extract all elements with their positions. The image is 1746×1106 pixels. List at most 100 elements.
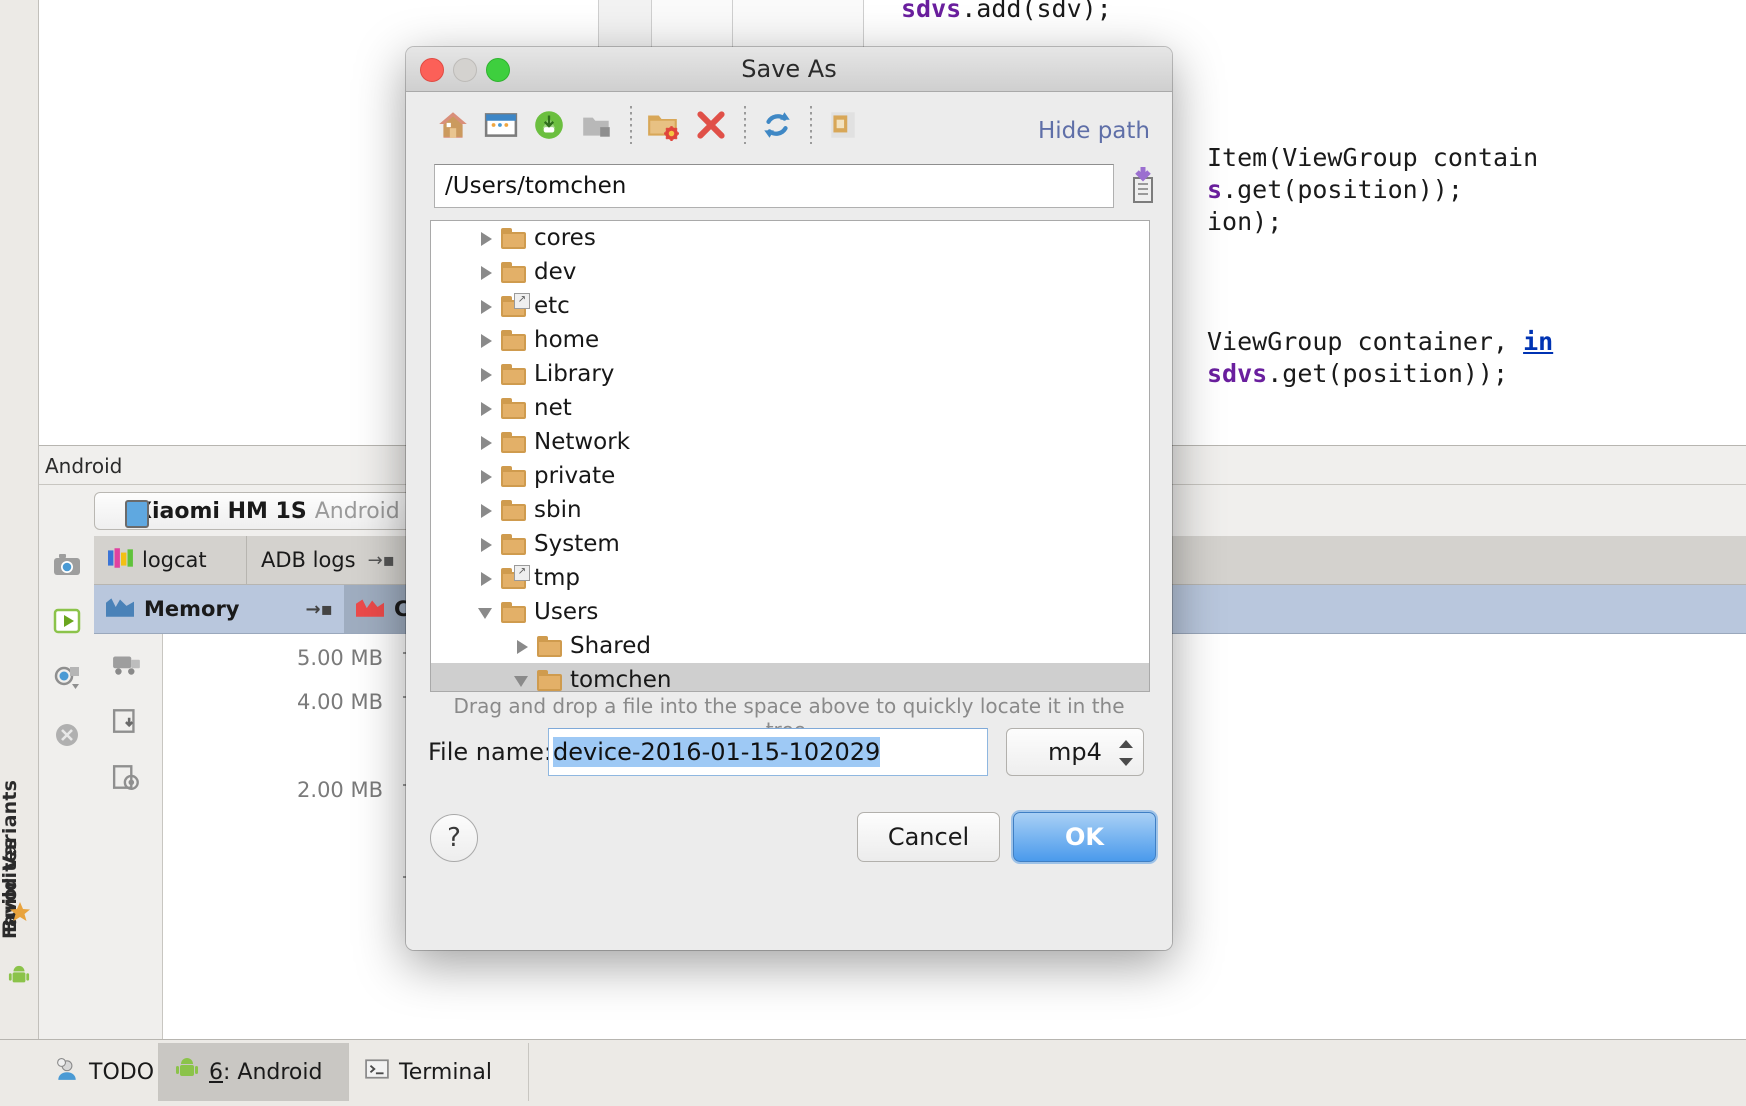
folder-icon: ↗ (501, 296, 527, 317)
bottom-tool-window-bar: TODO 6: Android Terminal (0, 1039, 1746, 1106)
chevron-down-icon[interactable] (511, 663, 537, 692)
chevron-right-icon[interactable] (475, 425, 501, 459)
pin-icon[interactable]: →▪ (306, 599, 333, 620)
chevron-right-icon[interactable] (475, 527, 501, 561)
tree-row[interactable]: Users (431, 595, 1149, 629)
dump-heap-icon[interactable] (112, 708, 140, 734)
editor-gutter-marker (651, 0, 733, 48)
tree-row[interactable]: ↗tmp (431, 561, 1149, 595)
file-name-input[interactable]: device-2016-01-15-102029 (548, 728, 988, 776)
chevron-right-icon[interactable] (475, 255, 501, 289)
folder-icon (537, 670, 563, 691)
bottom-tab-terminal[interactable]: Terminal (349, 1043, 529, 1101)
camera-icon[interactable] (53, 552, 81, 578)
tree-row[interactable]: sbin (431, 493, 1149, 527)
tree-row[interactable]: ↗etc (431, 289, 1149, 323)
toolbar-separator (810, 106, 812, 144)
help-button[interactable]: ? (430, 814, 478, 862)
pin-icon[interactable]: →▪ (368, 550, 395, 571)
play-icon[interactable] (53, 608, 81, 634)
cancel-button[interactable]: Cancel (857, 812, 1000, 862)
tab-logcat[interactable]: logcat (94, 536, 247, 584)
chevron-right-icon[interactable] (475, 323, 501, 357)
stop-icon[interactable] (53, 722, 81, 748)
dialog-title: Save As (741, 55, 836, 83)
chevron-right-icon[interactable] (511, 629, 537, 663)
folder-icon (501, 398, 527, 419)
folder-icon (537, 636, 563, 657)
new-folder-icon[interactable] (646, 108, 680, 142)
chevron-right-icon[interactable] (475, 493, 501, 527)
path-input[interactable]: /Users/tomchen (434, 164, 1114, 208)
tree-row[interactable]: Library (431, 357, 1149, 391)
gc-icon[interactable] (112, 652, 140, 678)
chevron-right-icon[interactable] (475, 357, 501, 391)
chevron-right-icon[interactable] (475, 221, 501, 255)
phone-icon (125, 500, 149, 528)
screen-record-icon[interactable] (53, 664, 81, 690)
project-icon[interactable] (532, 108, 566, 142)
hide-path-link[interactable]: Hide path (1038, 118, 1150, 144)
tree-row[interactable]: Shared (431, 629, 1149, 663)
file-name-value: device-2016-01-15-102029 (553, 737, 880, 767)
device-suffix: Android (315, 499, 400, 524)
subtab-memory[interactable]: Memory →▪ (94, 585, 344, 633)
window-controls (420, 58, 510, 82)
memory-chart-toolbar (94, 634, 163, 1040)
chevron-right-icon[interactable] (475, 391, 501, 425)
zoom-button[interactable] (486, 58, 510, 82)
dialog-titlebar[interactable]: Save As (406, 47, 1172, 92)
tree-row[interactable]: System (431, 527, 1149, 561)
bottom-tab-todo[interactable]: TODO (39, 1043, 159, 1101)
refresh-icon[interactable] (760, 108, 794, 142)
code-line: Item(ViewGroup contain (1207, 143, 1538, 172)
code-line: sdvs.get(position)); (1207, 359, 1508, 388)
device-name: Xiaomi HM 1S (135, 499, 307, 524)
chevron-right-icon[interactable] (475, 289, 501, 323)
alias-badge-icon: ↗ (514, 293, 530, 309)
chevron-right-icon[interactable] (475, 459, 501, 493)
delete-icon[interactable] (694, 108, 728, 142)
tree-row-label: etc (534, 293, 570, 319)
minimize-button[interactable] (453, 58, 477, 82)
show-hidden-icon[interactable] (826, 108, 860, 142)
allocation-tracker-icon[interactable] (112, 764, 140, 790)
paste-from-clipboard-icon[interactable] (1128, 167, 1158, 205)
home-icon[interactable] (436, 108, 470, 142)
folder-icon (501, 500, 527, 521)
tree-row-label: sbin (534, 497, 582, 523)
tree-row[interactable]: home (431, 323, 1149, 357)
file-tree[interactable]: coresdev↗etchomeLibrarynetNetworkprivate… (430, 220, 1150, 692)
tree-row[interactable]: private (431, 459, 1149, 493)
code-line: ion); (1207, 207, 1282, 236)
tree-row[interactable]: net (431, 391, 1149, 425)
tab-adb-logs[interactable]: ADB logs →▪ (247, 536, 432, 584)
bottom-tab-android[interactable]: 6: Android (159, 1043, 349, 1101)
cpu-chart-icon (356, 597, 384, 622)
module-icon[interactable] (580, 108, 614, 142)
extension-select[interactable]: mp4 (1006, 728, 1144, 776)
bottom-tab-label: : Android (223, 1060, 322, 1085)
tree-row[interactable]: cores (431, 221, 1149, 255)
tree-row-label: tomchen (570, 667, 671, 692)
folder-icon (501, 534, 527, 555)
tree-row[interactable]: Network (431, 425, 1149, 459)
tree-row[interactable]: tomchen (431, 663, 1149, 692)
chart-y-label: 5.00 MB (263, 646, 383, 670)
close-button[interactable] (420, 58, 444, 82)
chevron-updown-icon[interactable] (1119, 738, 1133, 768)
memory-chart-icon (106, 597, 134, 622)
chevron-down-icon[interactable] (475, 595, 501, 629)
bottom-tab-label: Terminal (399, 1060, 492, 1085)
folder-icon (501, 602, 527, 623)
chevron-right-icon[interactable] (475, 561, 501, 595)
ok-button[interactable]: OK (1013, 812, 1156, 862)
sidebar-item-favorites[interactable]: Favorites (0, 828, 39, 948)
tree-row[interactable]: dev (431, 255, 1149, 289)
path-row: /Users/tomchen (434, 164, 1150, 208)
editor-gutter-marker (732, 0, 864, 48)
tree-row-label: private (534, 463, 615, 489)
folder-icon (501, 262, 527, 283)
tab-label: logcat (142, 548, 207, 572)
desktop-icon[interactable] (484, 108, 518, 142)
